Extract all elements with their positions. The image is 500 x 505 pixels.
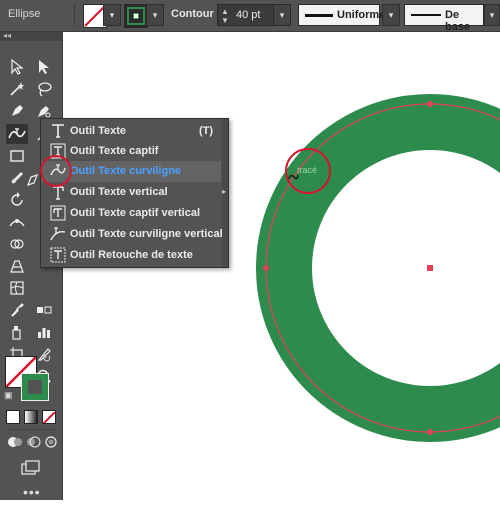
control-bar: Ellipse ▾ ▾ Contour : ▲ ▼ 40 pt ▾ Uniform… [0,0,500,33]
callout-circle [285,148,331,194]
menu-item-label: Outil Texte vertical [70,186,168,198]
shape-builder-tool-icon[interactable] [6,234,28,254]
mesh-tool-icon[interactable] [6,278,28,298]
panel-collapse-icon[interactable]: ◂◂ [0,32,62,41]
callout-circle [40,155,72,187]
stroke-swatch[interactable] [124,4,148,28]
pen-tool-icon[interactable] [6,101,28,121]
stroke-weight-value: 40 pt [236,9,261,21]
shape-name: Ellipse [8,8,41,20]
stroke-color-icon [127,7,145,25]
chevron-down-icon[interactable]: ▾ [273,5,290,25]
divider [6,429,56,430]
type-icon [52,124,64,138]
blend-tool-icon[interactable] [33,300,55,320]
profile-line-icon [305,14,333,17]
brush-definition[interactable]: De base [404,4,484,33]
menu-item-vertical-type-tool[interactable]: Outil Texte vertical [41,182,221,203]
menu-item-label: Outil Texte captif [70,145,159,157]
screen-mode-icon[interactable] [20,458,42,478]
brush-line-icon [411,14,441,16]
symbol-sprayer-tool-icon[interactable] [6,322,28,342]
stroke-dropdown[interactable]: ▾ [146,4,164,26]
profile-dropdown[interactable]: ▾ [382,4,400,26]
edit-toolbar-icon[interactable]: ••• [23,484,41,500]
gradient-mode-icon[interactable] [24,410,38,424]
brush-label: De base [445,9,471,33]
fill-dropdown[interactable]: ▾ [103,4,121,26]
perspective-grid-tool-icon[interactable] [6,256,28,276]
width-tool-icon[interactable] [6,212,28,232]
center-point [427,265,433,271]
stroke-label: Contour : [171,8,221,20]
profile-label: Uniforme [337,9,386,21]
anchor-point-left [263,265,269,271]
menu-item-label: Outil Texte curviligne [70,165,182,177]
stepper-icon[interactable]: ▲ ▼ [221,7,229,25]
color-mode-icon[interactable] [6,410,20,424]
vertical-type-on-path-icon [50,227,66,241]
rotate-tool-icon[interactable] [6,190,28,210]
lasso-tool-icon[interactable] [33,79,55,99]
selection-tool-icon[interactable] [6,57,28,77]
anchor-point-top [427,101,433,107]
draw-inside-icon[interactable] [40,432,62,452]
chevron-right-icon: ▸ [222,187,227,196]
brush-dropdown[interactable]: ▾ [484,4,500,26]
menu-item-type-tool[interactable]: Outil Texte (T) [41,121,221,142]
stroke-color-box[interactable] [21,373,49,401]
variable-width-profile[interactable]: Uniforme [298,4,385,26]
eyedropper-tool-icon[interactable] [6,300,28,320]
divider [74,4,75,26]
type-tools-flyout: Outil Texte (T) Outil Texte captif Outil… [40,118,229,268]
touch-type-icon [50,247,66,263]
direct-selection-tool-icon[interactable] [33,57,55,77]
swap-colors-icon[interactable]: ↻ [42,352,51,365]
column-graph-tool-icon[interactable] [33,322,55,342]
vertical-area-type-icon [50,205,66,221]
magic-wand-tool-icon[interactable] [6,79,28,99]
menu-item-label: Outil Texte curviligne vertical [70,228,223,240]
menu-item-vertical-type-on-path-tool[interactable]: Outil Texte curviligne vertical [41,224,223,245]
menu-item-label: Outil Texte [70,125,127,137]
anchor-point-bottom [427,429,433,435]
menu-item-label: Outil Texte captif vertical [70,207,201,219]
rectangle-tool-icon[interactable] [6,146,28,166]
type-on-path-tool-icon[interactable] [6,124,28,144]
tearoff-bar[interactable]: ▸ [222,119,228,267]
menu-item-shortcut: (T) [199,125,214,137]
none-mode-icon[interactable] [42,410,56,424]
menu-item-label: Outil Retouche de texte [70,249,193,261]
default-colors-icon[interactable]: ▣ [4,390,13,401]
menu-item-vertical-area-type-tool[interactable]: Outil Texte captif vertical [41,203,221,224]
menu-item-touch-type-tool[interactable]: Outil Retouche de texte [41,245,221,266]
stroke-weight-field[interactable]: ▲ ▼ 40 pt ▾ [217,4,291,26]
menu-item-area-type-tool[interactable]: Outil Texte captif [41,141,221,162]
